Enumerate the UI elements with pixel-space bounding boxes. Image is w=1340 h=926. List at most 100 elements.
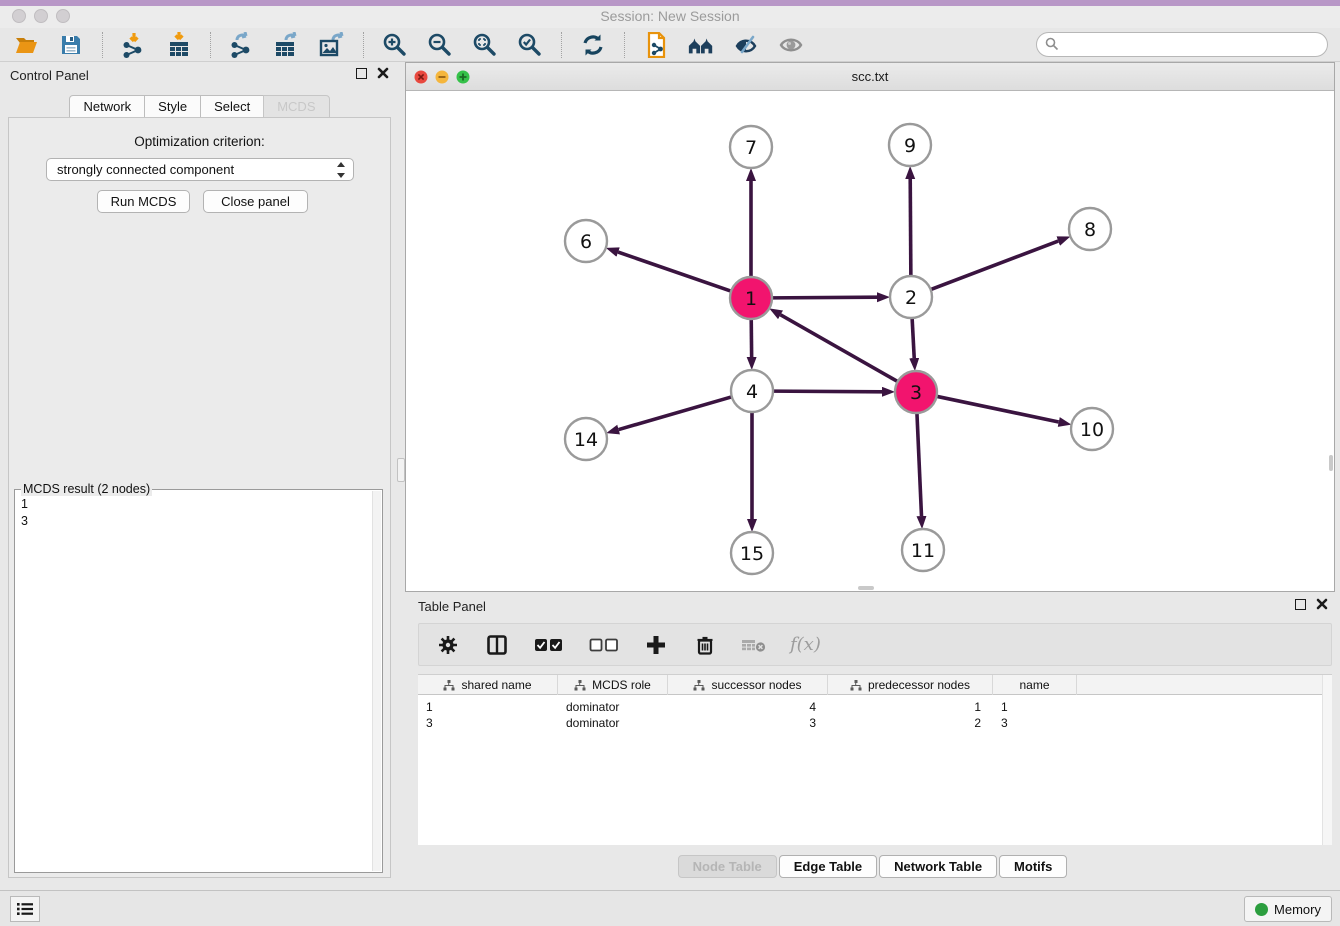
hide-selected-icon[interactable] (732, 31, 760, 59)
column-header-predecessor-nodes[interactable]: predecessor nodes (828, 675, 993, 695)
cell-successor-nodes[interactable]: 3 (668, 715, 828, 731)
result-scrollbar[interactable] (372, 491, 381, 871)
network-graph[interactable]: 7 9 6 8 1 2 4 3 14 10 15 11 (406, 91, 1334, 592)
network-vscroll-handle[interactable] (1329, 455, 1333, 471)
network-titlebar[interactable]: scc.txt (406, 63, 1334, 91)
apply-layout-icon[interactable] (579, 31, 607, 59)
edge-4-3[interactable] (773, 391, 882, 392)
panel-divider-handle[interactable] (397, 458, 405, 482)
close-panel-button[interactable]: Close panel (203, 190, 308, 213)
node-15[interactable]: 15 (731, 532, 773, 574)
criterion-select[interactable]: strongly connected component (46, 158, 354, 181)
edge-1-2[interactable] (772, 297, 877, 298)
node-9[interactable]: 9 (889, 124, 931, 166)
cell-MCDS-role[interactable]: dominator (558, 699, 668, 715)
column-header-shared-name[interactable]: shared name (418, 675, 558, 695)
cell-shared-name[interactable]: 3 (418, 715, 558, 731)
edge-4-14[interactable] (619, 397, 732, 430)
clear-checkboxes-icon[interactable] (588, 632, 620, 658)
network-canvas[interactable]: 7 9 6 8 1 2 4 3 14 10 15 11 (406, 91, 1334, 591)
save-session-icon[interactable] (57, 31, 85, 59)
cell-predecessor-nodes[interactable]: 1 (828, 699, 993, 715)
svg-text:10: 10 (1080, 419, 1104, 441)
toolbar-separator (561, 32, 562, 58)
cell-shared-name[interactable]: 1 (418, 699, 558, 715)
tab-mcds[interactable]: MCDS (263, 95, 329, 119)
open-session-icon[interactable] (12, 31, 40, 59)
float-table-panel-icon[interactable] (1295, 599, 1306, 610)
tab-motifs[interactable]: Motifs (999, 855, 1067, 878)
search-input[interactable] (1036, 32, 1328, 57)
select-all-checkboxes-icon[interactable] (533, 632, 565, 658)
zoom-in-icon[interactable] (381, 31, 409, 59)
tab-node-table[interactable]: Node Table (678, 855, 777, 878)
tab-edge-table[interactable]: Edge Table (779, 855, 877, 878)
first-neighbors-icon[interactable] (687, 31, 715, 59)
edge-2-8[interactable] (931, 241, 1059, 289)
node-3[interactable]: 3 (895, 371, 937, 413)
import-network-icon[interactable] (120, 31, 148, 59)
column-header-name[interactable]: name (993, 675, 1077, 695)
close-table-panel-icon[interactable] (1316, 598, 1328, 610)
export-network-icon[interactable] (228, 31, 256, 59)
tab-network[interactable]: Network (69, 95, 145, 119)
tab-network-table[interactable]: Network Table (879, 855, 997, 878)
close-panel-icon[interactable] (377, 67, 389, 79)
column-header-MCDS-role[interactable]: MCDS role (558, 675, 668, 695)
zoom-fit-icon[interactable] (471, 31, 499, 59)
svg-text:15: 15 (740, 543, 764, 565)
edge-3-11[interactable] (917, 413, 922, 516)
node-11[interactable]: 11 (902, 529, 944, 571)
cell-name[interactable]: 3 (993, 715, 1077, 731)
split-columns-icon[interactable] (484, 632, 510, 658)
table-row[interactable]: 3dominator323 (418, 715, 1322, 731)
table-row[interactable]: 1dominator411 (418, 699, 1322, 715)
node-2[interactable]: 2 (890, 276, 932, 318)
delete-column-icon[interactable] (692, 632, 718, 658)
toolbar-separator (102, 32, 103, 58)
svg-text:8: 8 (1084, 219, 1096, 241)
mcds-result-list[interactable]: 1 3 (21, 496, 370, 870)
export-image-icon[interactable] (318, 31, 346, 59)
cell-predecessor-nodes[interactable]: 2 (828, 715, 993, 731)
memory-button[interactable]: Memory (1244, 896, 1332, 922)
table-settings-icon[interactable] (435, 632, 461, 658)
optimization-criterion-label: Optimization criterion: (9, 134, 390, 149)
zoom-selected-icon[interactable] (516, 31, 544, 59)
mcds-panel: Optimization criterion: strongly connect… (8, 117, 391, 878)
column-header-successor-nodes[interactable]: successor nodes (668, 675, 828, 695)
node-14[interactable]: 14 (565, 418, 607, 460)
node-8[interactable]: 8 (1069, 208, 1111, 250)
cell-successor-nodes[interactable]: 4 (668, 699, 828, 715)
node-7[interactable]: 7 (730, 126, 772, 168)
svg-text:3: 3 (910, 382, 922, 404)
node-6[interactable]: 6 (565, 220, 607, 262)
edge-1-6[interactable] (618, 252, 731, 291)
combo-stepper-icon (336, 162, 346, 178)
table-scrollbar[interactable] (1322, 675, 1332, 845)
task-history-button[interactable] (10, 896, 40, 922)
edge-2-9[interactable] (910, 179, 911, 276)
table-toolbar: f(x) (418, 623, 1332, 666)
export-table-icon[interactable] (273, 31, 301, 59)
edge-3-10[interactable] (937, 396, 1059, 422)
add-column-icon[interactable] (643, 632, 669, 658)
show-all-icon[interactable] (777, 31, 805, 59)
float-panel-icon[interactable] (356, 68, 367, 79)
zoom-out-icon[interactable] (426, 31, 454, 59)
node-4[interactable]: 4 (731, 370, 773, 412)
node-10[interactable]: 10 (1071, 408, 1113, 450)
new-network-from-selection-icon[interactable] (642, 31, 670, 59)
cell-name[interactable]: 1 (993, 699, 1077, 715)
svg-text:11: 11 (911, 540, 935, 562)
run-mcds-button[interactable]: Run MCDS (97, 190, 190, 213)
edge-3-1[interactable] (781, 315, 898, 382)
node-1[interactable]: 1 (730, 277, 772, 319)
tab-style[interactable]: Style (144, 95, 201, 119)
network-hscroll-handle[interactable] (858, 586, 874, 590)
edge-2-3[interactable] (912, 318, 914, 358)
import-table-icon[interactable] (165, 31, 193, 59)
mcds-result-box: MCDS result (2 nodes) 1 3 (14, 489, 383, 873)
cell-MCDS-role[interactable]: dominator (558, 715, 668, 731)
tab-select[interactable]: Select (200, 95, 264, 119)
